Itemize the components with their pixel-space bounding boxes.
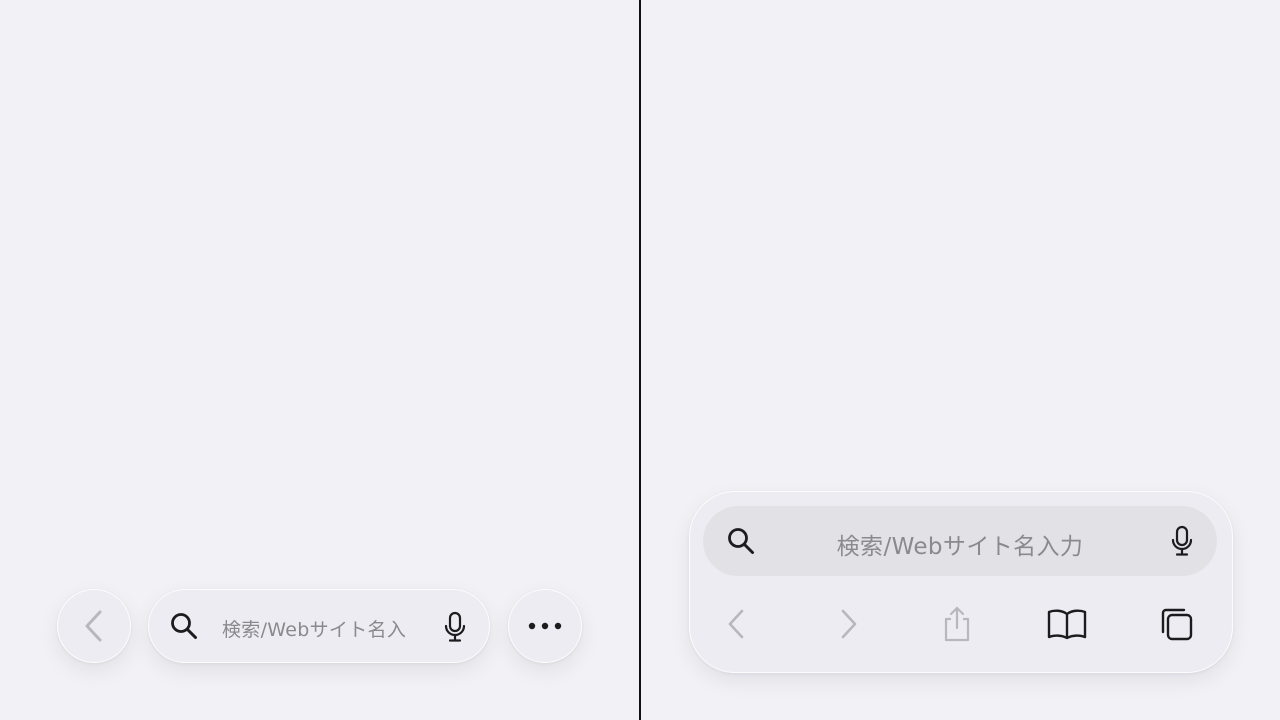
tabs-icon	[1161, 608, 1193, 641]
bookmarks-button[interactable]	[1045, 602, 1089, 646]
chevron-right-icon	[841, 609, 857, 639]
address-bar[interactable]: 検索/Webサイト名入	[148, 589, 490, 663]
book-icon	[1047, 609, 1087, 640]
back-button[interactable]	[714, 602, 758, 646]
search-placeholder: 検索/Webサイト名入力	[836, 534, 1084, 560]
chevron-left-icon	[728, 609, 744, 639]
address-bar[interactable]: 検索/Webサイト名入力	[703, 506, 1217, 576]
tabs-button[interactable]	[1154, 602, 1198, 646]
right-pane: 検索/Webサイト名入力	[641, 0, 1280, 720]
search-icon	[171, 613, 197, 639]
more-button[interactable]	[508, 589, 582, 663]
search-placeholder: 検索/Webサイト名入	[222, 619, 407, 641]
microphone-icon[interactable]	[1171, 525, 1193, 557]
bottom-toolbar-panel: 検索/Webサイト名入力	[689, 491, 1233, 673]
forward-button[interactable]	[827, 602, 871, 646]
microphone-icon[interactable]	[444, 611, 466, 643]
back-button[interactable]	[57, 589, 131, 663]
share-icon	[944, 606, 970, 642]
ellipsis-icon	[528, 622, 562, 630]
left-pane: 検索/Webサイト名入	[0, 0, 639, 720]
chevron-left-icon	[85, 610, 102, 642]
share-button[interactable]	[935, 602, 979, 646]
